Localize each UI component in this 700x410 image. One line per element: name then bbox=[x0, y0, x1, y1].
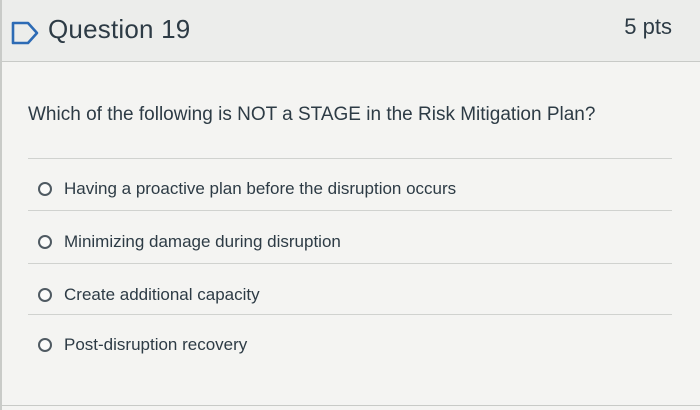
divider bbox=[28, 210, 672, 211]
divider bbox=[28, 158, 672, 159]
card-bottom-border bbox=[2, 405, 700, 406]
question-title: Question 19 bbox=[48, 14, 191, 44]
answer-label: Minimizing damage during disruption bbox=[64, 232, 341, 251]
answer-label: Post-disruption recovery bbox=[64, 335, 248, 354]
question-points: 5 pts bbox=[624, 14, 672, 39]
radio-button[interactable] bbox=[38, 338, 52, 352]
answer-option-1[interactable]: Having a proactive plan before the disru… bbox=[38, 176, 456, 202]
divider bbox=[28, 314, 672, 315]
radio-button[interactable] bbox=[38, 235, 52, 249]
flag-question-icon[interactable] bbox=[10, 20, 40, 46]
answer-label: Create additional capacity bbox=[64, 285, 260, 304]
answer-option-2[interactable]: Minimizing damage during disruption bbox=[38, 229, 341, 255]
radio-button[interactable] bbox=[38, 182, 52, 196]
question-header: Question 19 5 pts bbox=[2, 0, 700, 62]
question-prompt: Which of the following is NOT a STAGE in… bbox=[28, 104, 596, 125]
question-card: Question 19 5 pts Which of the following… bbox=[0, 0, 700, 410]
answer-option-3[interactable]: Create additional capacity bbox=[38, 282, 260, 308]
divider bbox=[28, 263, 672, 264]
answer-label: Having a proactive plan before the disru… bbox=[64, 179, 457, 198]
answer-option-4[interactable]: Post-disruption recovery bbox=[38, 332, 247, 358]
radio-button[interactable] bbox=[38, 288, 52, 302]
